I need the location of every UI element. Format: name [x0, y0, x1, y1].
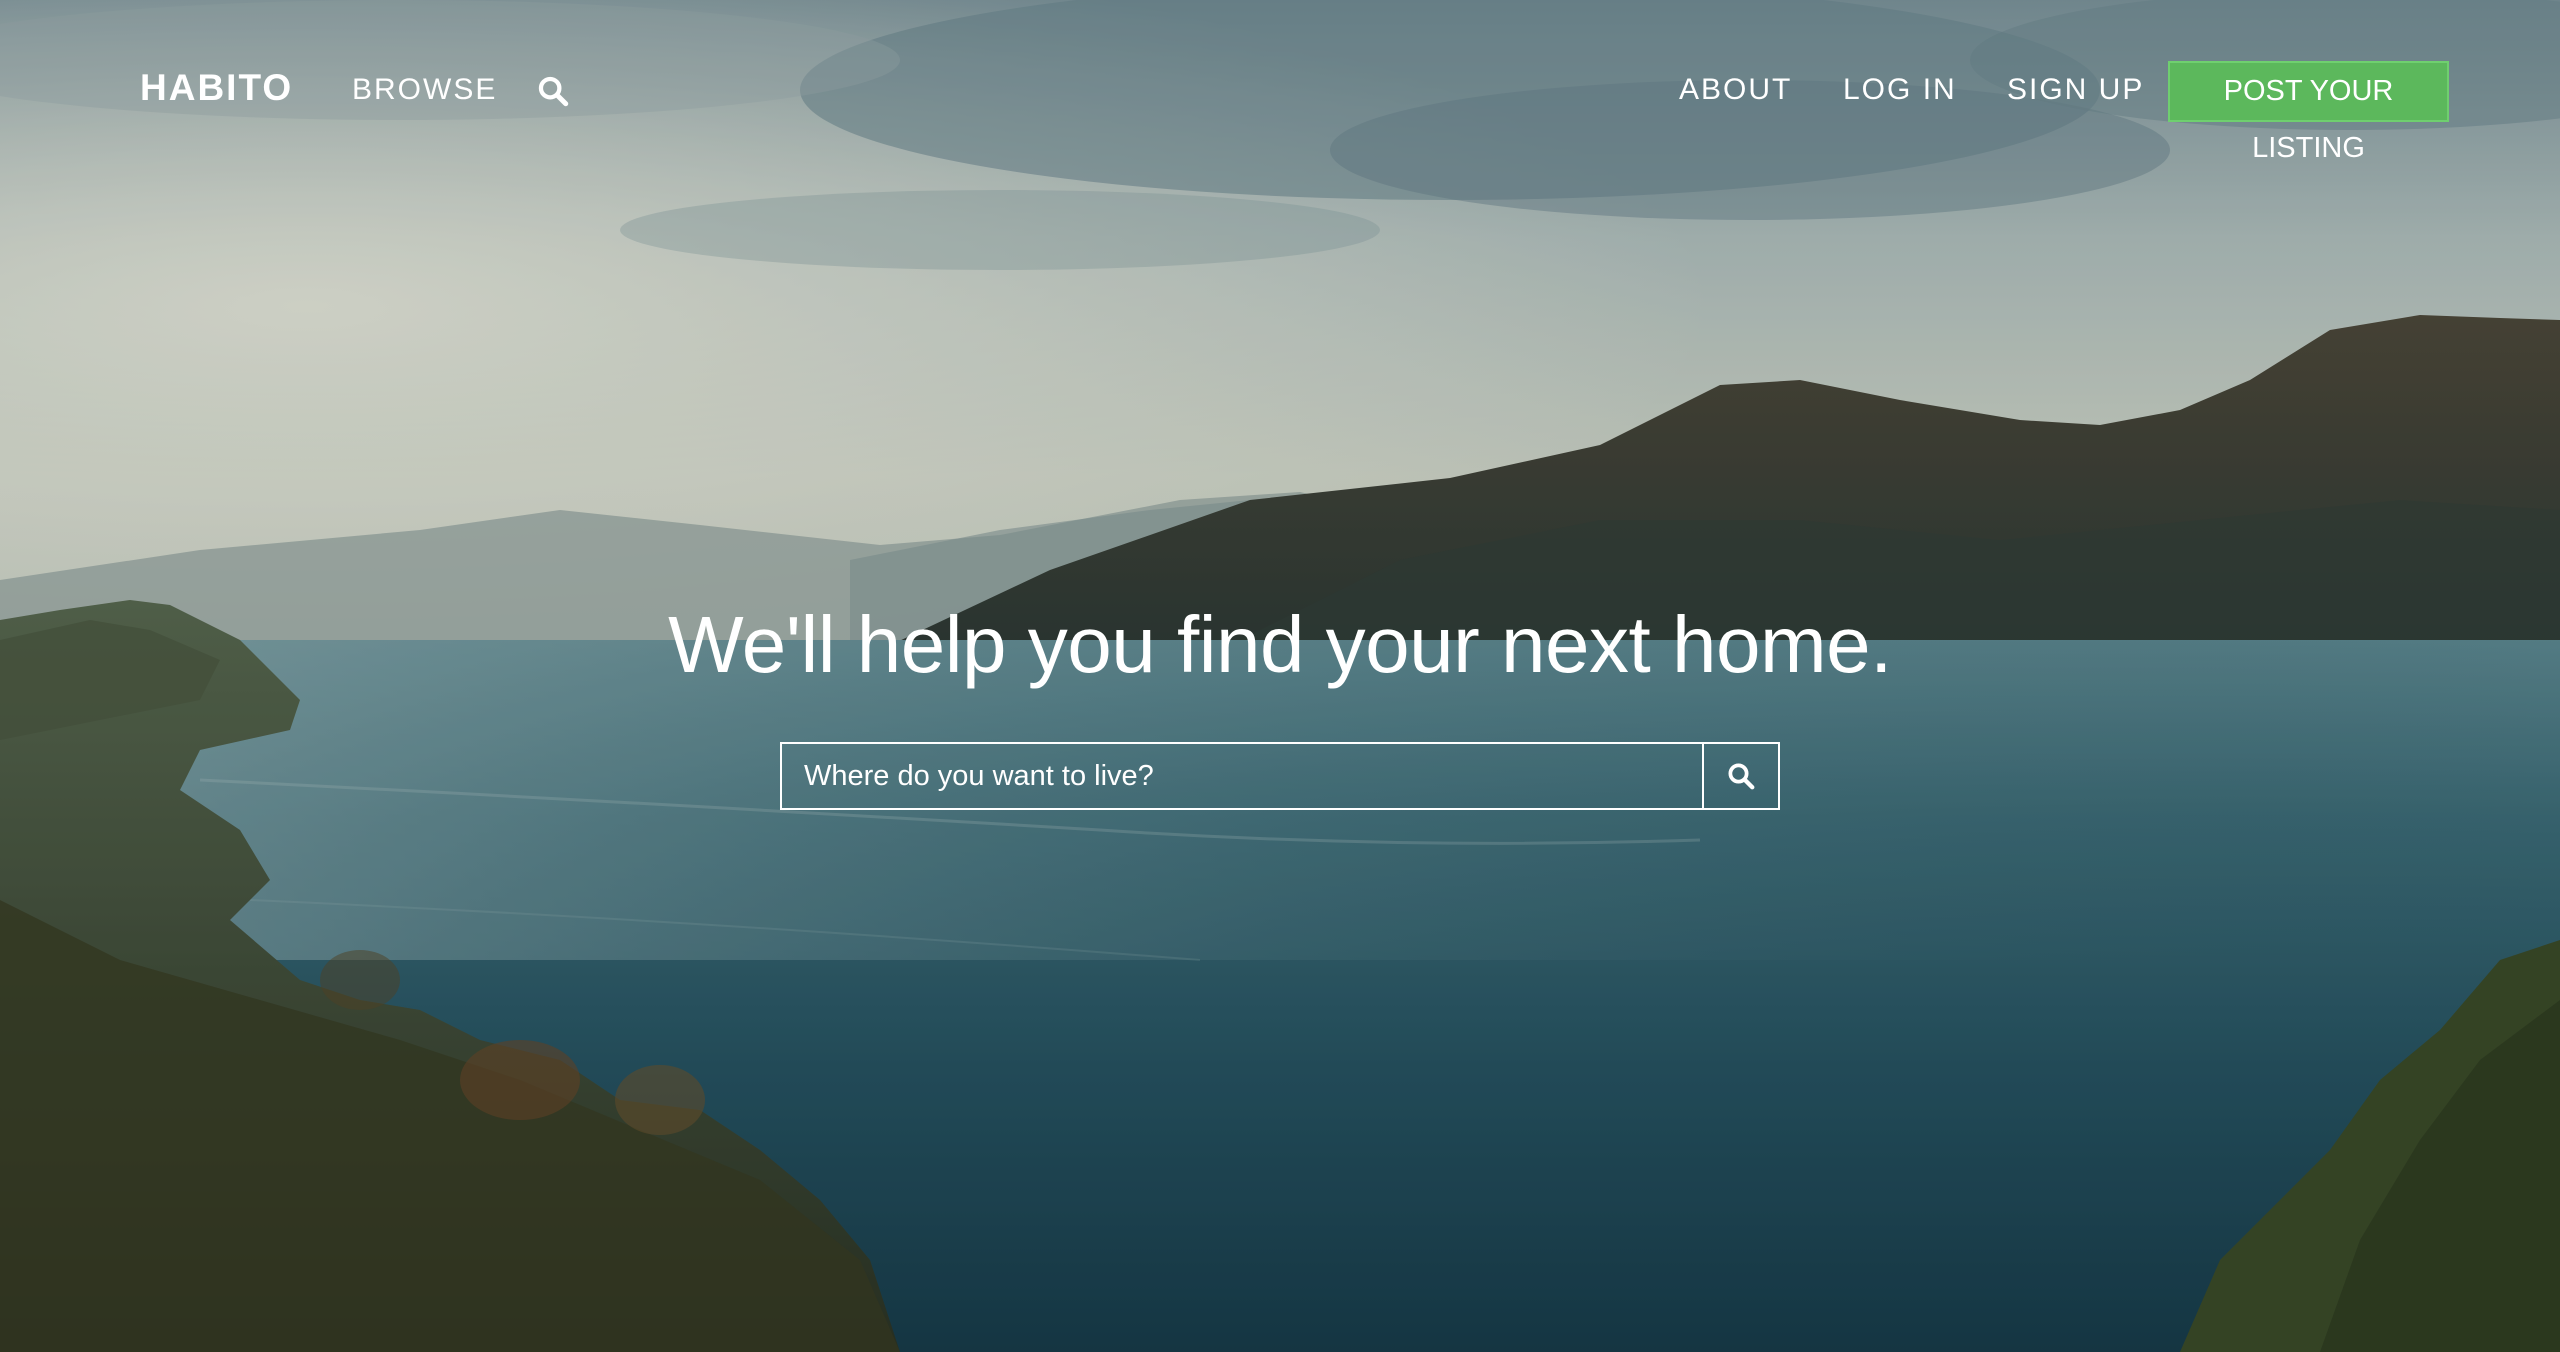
nav-login-link[interactable]: LOG IN — [1843, 68, 1957, 112]
hero-headline: We'll help you find your next home. — [668, 600, 1892, 689]
nav-browse-link[interactable]: BROWSE — [352, 68, 497, 112]
search-submit-button[interactable] — [1702, 744, 1778, 808]
location-search-bar — [780, 742, 1780, 810]
top-navigation: HABITO BROWSE ABOUT LOG IN SIGN UP POST … — [0, 0, 2560, 182]
nav-signup-link[interactable]: SIGN UP — [2007, 68, 2144, 112]
nav-about-link[interactable]: ABOUT — [1679, 68, 1792, 112]
search-icon[interactable] — [536, 74, 570, 108]
post-listing-button[interactable]: POST YOUR LISTING — [2168, 61, 2449, 164]
location-search-input[interactable] — [782, 744, 1702, 808]
hero-section: HABITO BROWSE ABOUT LOG IN SIGN UP POST … — [0, 0, 2560, 1352]
brand-logo[interactable]: HABITO — [140, 66, 293, 110]
search-icon — [1728, 763, 1755, 790]
